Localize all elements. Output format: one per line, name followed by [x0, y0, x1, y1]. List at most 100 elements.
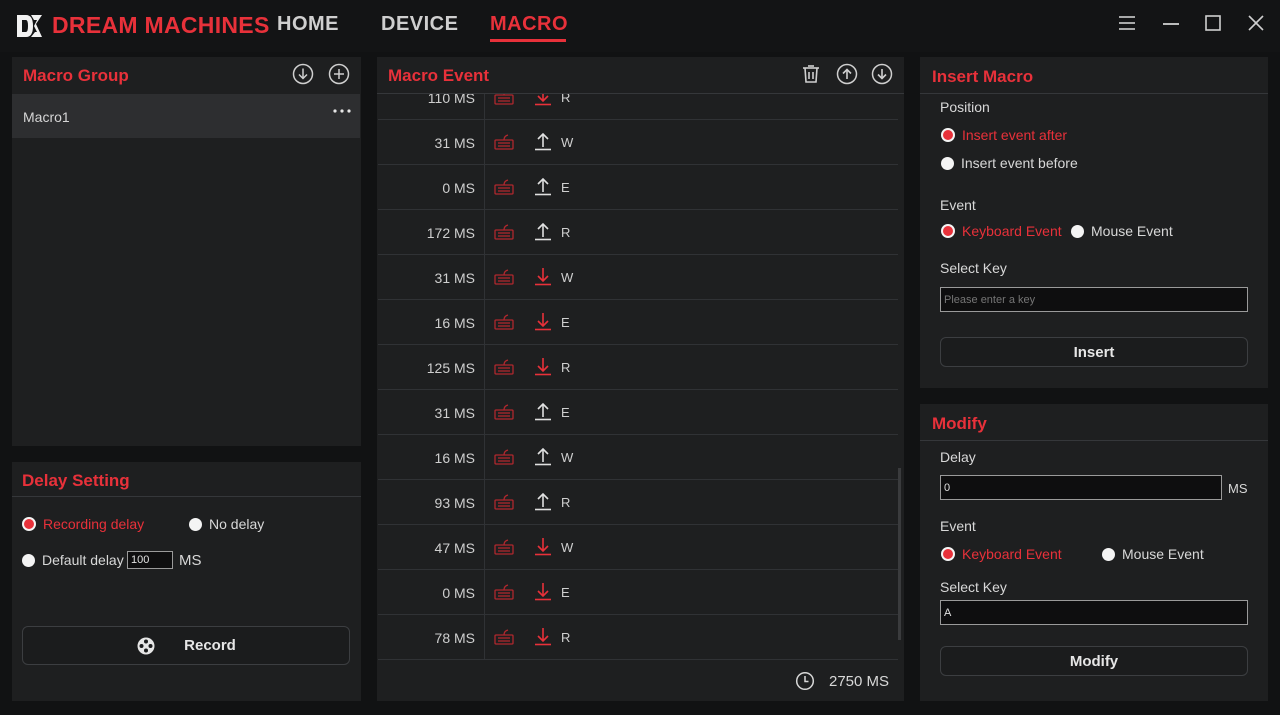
insert-before-option[interactable]: Insert event before [941, 155, 1078, 171]
move-down-icon[interactable] [871, 63, 893, 85]
macro-event-row[interactable]: 16 MS E [378, 300, 898, 345]
macro-event-row[interactable]: 31 MS E [378, 390, 898, 435]
event-key: W [561, 450, 574, 465]
record-icon [137, 637, 155, 654]
insert-key-input[interactable] [940, 287, 1248, 312]
modify-mouse-event-option[interactable]: Mouse Event [1102, 546, 1204, 562]
macro-event-row[interactable]: 31 MS W [378, 120, 898, 165]
divider [484, 435, 485, 480]
record-label: Record [184, 637, 236, 654]
insert-mouse-event-option[interactable]: Mouse Event [1071, 223, 1173, 239]
macro-event-row[interactable]: 93 MS R [378, 480, 898, 525]
event-key: E [561, 315, 570, 330]
delay-setting-title: Delay Setting [22, 471, 130, 490]
radio-unselected [1102, 547, 1115, 561]
macro-event-row[interactable]: 0 MS E [378, 165, 898, 210]
insert-macro-title: Insert Macro [932, 67, 1034, 86]
no-delay-option[interactable]: No delay [189, 516, 264, 532]
more-options-icon[interactable] [331, 106, 353, 116]
import-macro-icon[interactable] [292, 63, 314, 85]
macro-event-row[interactable]: 0 MS E [378, 570, 898, 615]
tab-home[interactable]: HOME [277, 13, 339, 36]
event-key: E [561, 405, 570, 420]
event-key: R [561, 225, 571, 240]
macro-event-row[interactable]: 110 MS R [378, 94, 898, 120]
maximize-icon[interactable] [1202, 12, 1224, 34]
modify-key-input[interactable] [940, 600, 1248, 625]
macro-event-row[interactable]: 172 MS R [378, 210, 898, 255]
divider [920, 440, 1268, 441]
key-up-icon [533, 221, 553, 241]
total-duration: 2750 MS [795, 671, 889, 691]
default-delay-option[interactable]: Default delay [22, 552, 124, 568]
event-label: Event [940, 518, 976, 534]
total-duration-value: 2750 MS [829, 672, 890, 690]
event-delay: 78 MS [434, 630, 475, 646]
macro-event-row[interactable]: 47 MS W [378, 525, 898, 570]
default-delay-input[interactable] [127, 551, 173, 569]
modify-button[interactable]: Modify [940, 646, 1248, 676]
key-down-icon [533, 356, 553, 376]
macro-group-item[interactable]: Macro1 [12, 94, 360, 138]
keyboard-icon [494, 404, 514, 420]
brand-logo-icon [17, 15, 42, 37]
radio-selected [941, 547, 955, 561]
active-tab-indicator [490, 39, 566, 42]
event-delay: 93 MS [434, 495, 475, 511]
record-button[interactable]: Record [22, 626, 350, 665]
divider [484, 570, 485, 615]
macro-event-row[interactable]: 125 MS R [378, 345, 898, 390]
divider [484, 255, 485, 300]
radio-unselected [941, 156, 954, 170]
modify-keyboard-event-option[interactable]: Keyboard Event [941, 546, 1062, 562]
macro-event-title: Macro Event [388, 66, 490, 85]
position-label: Position [940, 99, 990, 115]
event-delay: 0 MS [442, 180, 475, 196]
keyboard-icon [494, 179, 514, 195]
event-delay: 16 MS [434, 450, 475, 466]
close-icon[interactable] [1245, 12, 1267, 34]
tab-device[interactable]: DEVICE [381, 13, 458, 36]
event-delay: 31 MS [434, 270, 475, 286]
event-delay: 110 MS [427, 94, 475, 106]
recording-delay-option[interactable]: Recording delay [22, 516, 144, 532]
radio-unselected [189, 517, 202, 531]
select-key-label: Select Key [940, 260, 1007, 276]
divider [484, 165, 485, 210]
default-delay-label: Default delay [42, 552, 124, 568]
scrollbar[interactable] [898, 468, 901, 640]
add-macro-icon[interactable] [328, 63, 350, 85]
event-key: E [561, 180, 570, 195]
macro-event-row[interactable]: 31 MS W [378, 255, 898, 300]
keyboard-icon [494, 629, 514, 645]
divider [484, 390, 485, 435]
modify-delay-input[interactable] [940, 475, 1222, 500]
key-up-icon [533, 176, 553, 196]
event-key: R [561, 360, 571, 375]
divider [484, 94, 485, 120]
minimize-icon[interactable] [1160, 12, 1182, 34]
key-down-icon [533, 626, 553, 646]
macro-event-row[interactable]: 78 MS R [378, 615, 898, 660]
macro-event-row[interactable]: 16 MS W [378, 435, 898, 480]
insert-after-option[interactable]: Insert event after [941, 127, 1067, 143]
title-bar: DREAM MACHINES HOME DEVICE MACRO [0, 0, 1280, 52]
event-delay: 172 MS [426, 225, 475, 241]
key-down-icon [533, 94, 553, 106]
menu-icon[interactable] [1116, 12, 1138, 34]
insert-keyboard-event-option[interactable]: Keyboard Event [941, 223, 1062, 239]
move-up-icon[interactable] [836, 63, 858, 85]
event-delay: 31 MS [434, 135, 475, 151]
default-delay-unit: MS [179, 552, 202, 569]
insert-button[interactable]: Insert [940, 337, 1248, 367]
brand-name: DREAM MACHINES [52, 12, 270, 38]
event-delay: 31 MS [434, 405, 475, 421]
tab-macro[interactable]: MACRO [490, 13, 568, 36]
divider [484, 345, 485, 390]
keyboard-icon [494, 494, 514, 510]
insert-after-label: Insert event after [962, 127, 1068, 143]
radio-selected [941, 224, 955, 238]
radio-selected [941, 128, 955, 142]
macro-group-title: Macro Group [23, 66, 129, 85]
delete-icon[interactable] [800, 63, 822, 85]
